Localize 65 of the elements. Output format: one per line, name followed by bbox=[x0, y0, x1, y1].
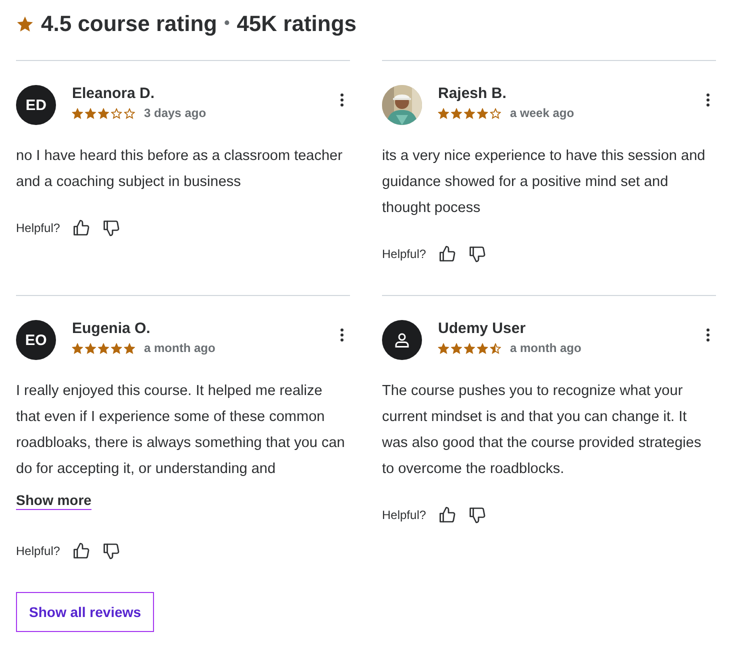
like-button[interactable] bbox=[72, 542, 90, 560]
separator-dot: • bbox=[224, 15, 230, 33]
show-all-reviews-button[interactable]: Show all reviews bbox=[16, 592, 154, 632]
review-text: I really enjoyed this course. It helped me realize that even if I experience some of these common roadbloaks, there is always something that you can do for accepting it, or understanding and bbox=[16, 382, 346, 479]
more-icon bbox=[340, 93, 344, 107]
course-rating: 4.5 course rating bbox=[41, 11, 218, 37]
helpful-label: Helpful? bbox=[382, 247, 426, 261]
star-icon bbox=[451, 108, 462, 118]
star-icon bbox=[111, 108, 122, 118]
more-icon bbox=[706, 93, 710, 107]
star-icon bbox=[438, 108, 449, 118]
reviewer-name: Rajesh B. bbox=[438, 85, 508, 102]
thumbs-down-icon bbox=[102, 219, 120, 237]
thumbs-down-icon bbox=[468, 506, 486, 524]
user-icon bbox=[393, 331, 411, 349]
more-icon bbox=[706, 328, 710, 342]
review-text: its a very nice experience to have this session and guidance showed for a positive mind set and thought pocess bbox=[382, 147, 706, 218]
review-text: no I have heard this before as a classroom teacher and a coaching subject in business bbox=[16, 147, 344, 192]
helpful-label: Helpful? bbox=[382, 508, 426, 522]
ratings-count: 45K ratings bbox=[236, 11, 357, 37]
helpful-label: Helpful? bbox=[16, 221, 60, 235]
dislike-button[interactable] bbox=[468, 506, 486, 524]
star-icon bbox=[451, 342, 462, 354]
star-icon bbox=[98, 342, 109, 354]
review-text: The course pushes you to recognize what your current mindset is and that you can change it. It was also good that the course provided strategies to overcome the roadblocks. bbox=[382, 382, 702, 479]
thumbs-down-icon bbox=[102, 542, 120, 560]
review-time: a month ago bbox=[144, 341, 216, 355]
review-time: 3 days ago bbox=[144, 106, 206, 120]
review-time: a week ago bbox=[510, 106, 574, 120]
review-time: a month ago bbox=[510, 341, 582, 355]
thumbs-up-icon bbox=[72, 219, 90, 237]
more-icon bbox=[340, 328, 344, 342]
dislike-button[interactable] bbox=[102, 542, 120, 560]
star-icon bbox=[490, 108, 501, 118]
dislike-button[interactable] bbox=[102, 219, 120, 237]
star-icon bbox=[490, 342, 501, 354]
star-icon bbox=[72, 342, 83, 354]
star-icon bbox=[124, 342, 135, 354]
star-icon bbox=[464, 108, 475, 118]
star-icon bbox=[72, 108, 83, 118]
avatar: ED bbox=[16, 85, 56, 125]
avatar: EO bbox=[16, 320, 56, 360]
reviewer-name: Eugenia O. bbox=[72, 320, 152, 337]
reviewer-name: Udemy User bbox=[438, 320, 527, 337]
like-button[interactable] bbox=[438, 245, 456, 263]
star-icon bbox=[477, 342, 488, 354]
star-icon bbox=[111, 342, 122, 354]
star-icon bbox=[438, 342, 449, 354]
reviewer-name: Eleanora D. bbox=[72, 85, 156, 102]
star-icon bbox=[85, 342, 96, 354]
helpful-label: Helpful? bbox=[16, 544, 60, 558]
show-more-link[interactable]: Show more bbox=[16, 492, 92, 508]
thumbs-up-icon bbox=[72, 542, 90, 560]
like-button[interactable] bbox=[72, 219, 90, 237]
thumbs-up-icon bbox=[438, 245, 456, 263]
star-icon bbox=[98, 108, 109, 118]
star-icon bbox=[16, 15, 34, 33]
dislike-button[interactable] bbox=[468, 245, 486, 263]
star-icon bbox=[464, 342, 475, 354]
thumbs-down-icon bbox=[468, 245, 486, 263]
star-icon bbox=[477, 108, 488, 118]
like-button[interactable] bbox=[438, 506, 456, 524]
star-icon bbox=[124, 108, 135, 118]
thumbs-up-icon bbox=[438, 506, 456, 524]
star-icon bbox=[85, 108, 96, 118]
